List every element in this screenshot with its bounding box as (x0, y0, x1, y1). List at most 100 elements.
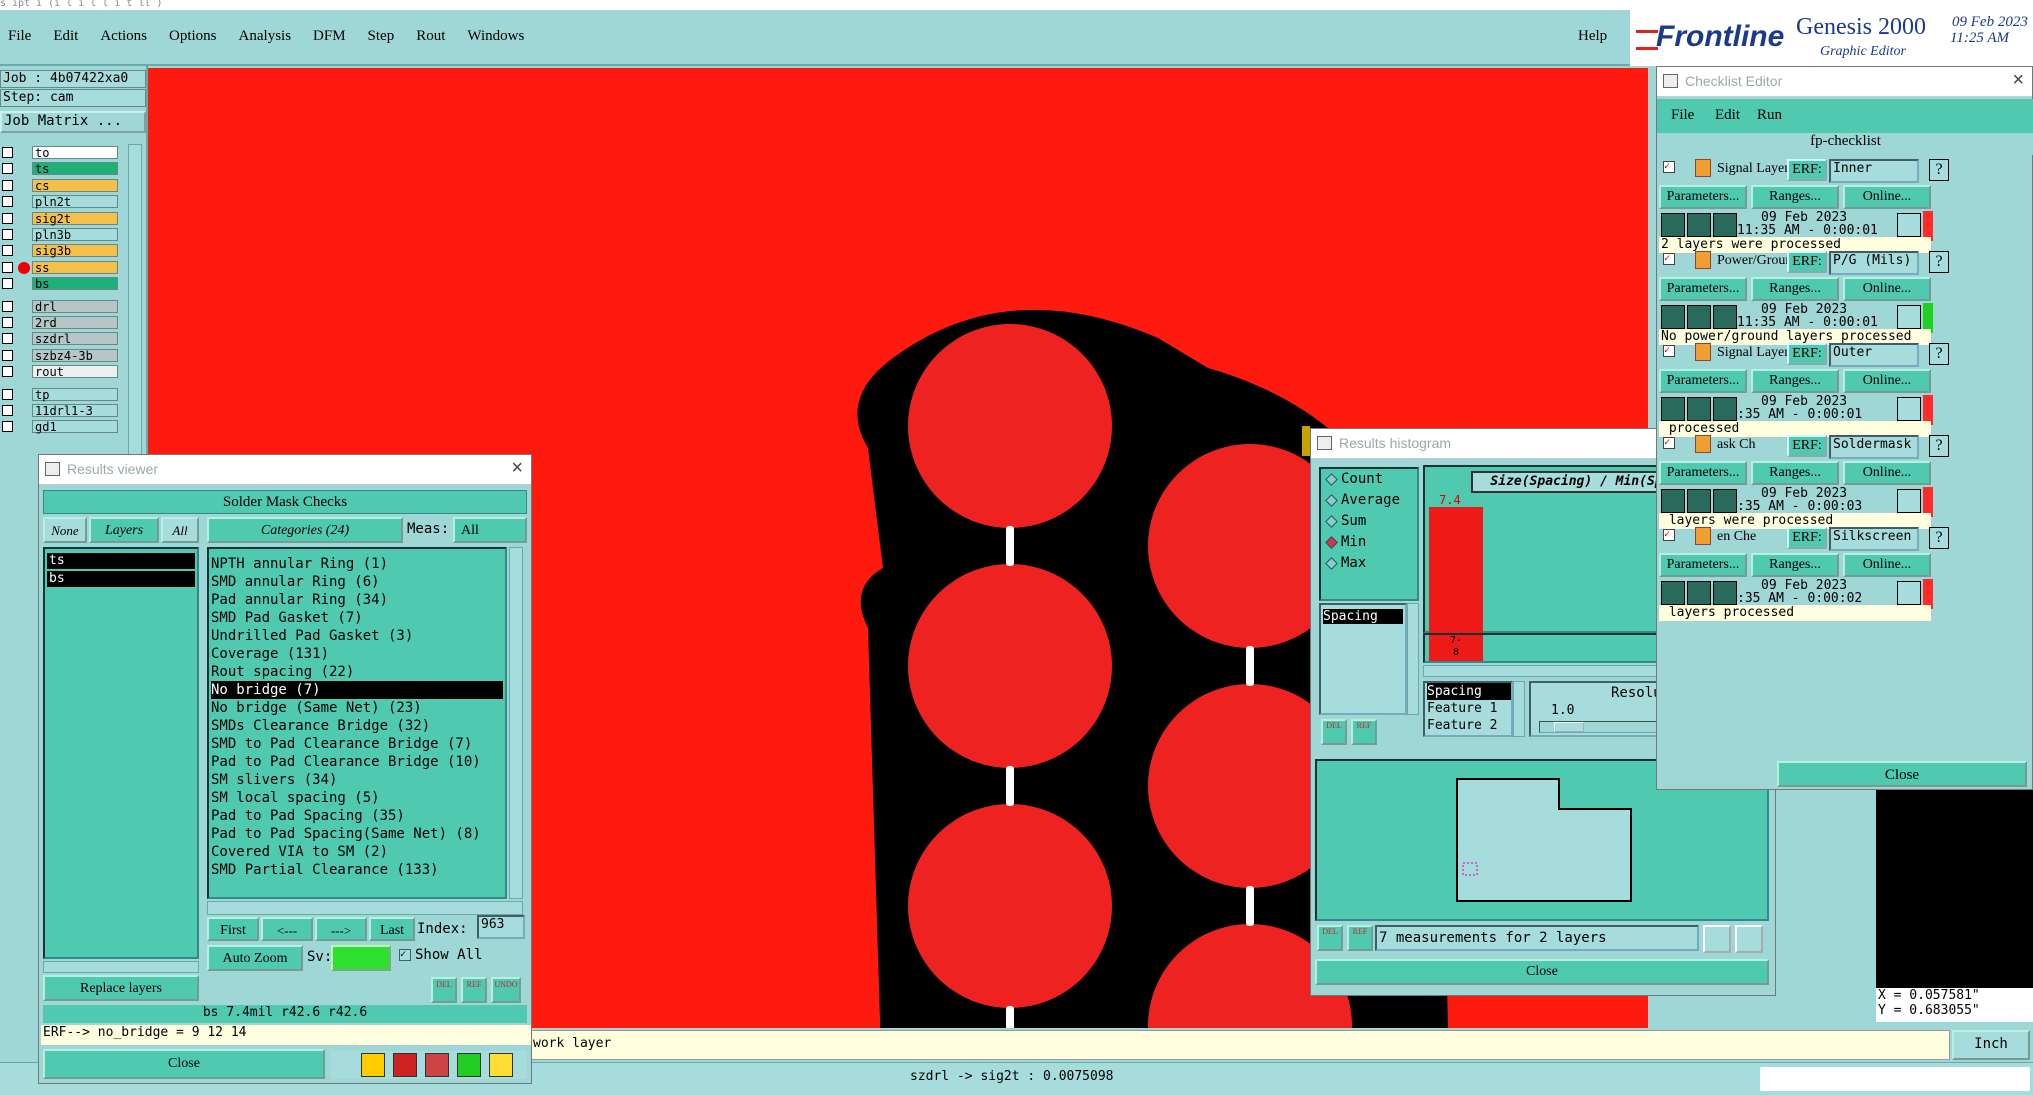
menu-rout[interactable]: Rout (416, 28, 445, 44)
categories-hscroll[interactable] (207, 901, 523, 915)
erf-value[interactable]: Inner (1829, 159, 1919, 183)
layer-checkbox[interactable] (2, 212, 13, 224)
last-button[interactable]: Last (369, 917, 415, 941)
ranges-button[interactable]: Ranges... (1751, 553, 1839, 577)
layer-row[interactable]: pln3b (0, 228, 120, 242)
histogram-close-button[interactable]: Close (1315, 959, 1769, 985)
menu-actions[interactable]: Actions (100, 28, 147, 44)
layer-row[interactable]: sig2t (0, 211, 120, 226)
layer-checkbox[interactable] (2, 317, 13, 328)
layer-checkbox[interactable] (2, 229, 13, 240)
category-item[interactable]: No bridge (Same Net) (23) (211, 699, 503, 717)
category-item[interactable]: Undrilled Pad Gasket (3) (211, 627, 503, 645)
check-enable-checkbox[interactable]: ✓ (1663, 345, 1675, 357)
online-button[interactable]: Online... (1843, 461, 1931, 485)
histogram-bar[interactable] (1429, 507, 1483, 633)
result-layer-item[interactable]: ts (47, 553, 195, 569)
help-button[interactable]: ? (1929, 159, 1949, 181)
ranges-button[interactable]: Ranges... (1751, 461, 1839, 485)
layer-name[interactable]: szdrl (32, 332, 118, 346)
layer-row[interactable]: 2rd (0, 316, 120, 330)
layer-row[interactable]: gd1 (0, 420, 120, 434)
undo-button[interactable]: UNDO (491, 977, 521, 1003)
online-button[interactable]: Online... (1843, 185, 1931, 209)
layer-checkbox[interactable] (2, 147, 13, 158)
layer-row[interactable]: bs (0, 277, 120, 291)
ranges-button[interactable]: Ranges... (1751, 185, 1839, 209)
category-item[interactable]: Pad to Pad Spacing (35) (211, 807, 503, 825)
layer-name[interactable]: sig3b (32, 244, 118, 258)
field-item-selected[interactable]: Spacing (1427, 683, 1511, 700)
show-all-checkbox[interactable]: ✓ (399, 949, 411, 961)
erf-value[interactable]: Outer (1829, 343, 1919, 367)
number-tool-icon[interactable] (457, 1053, 481, 1077)
report-tool-icon[interactable] (489, 1053, 513, 1077)
category-item[interactable]: Pad annular Ring (34) (211, 591, 503, 609)
category-item[interactable]: Covered VIA to SM (2) (211, 843, 503, 861)
field-item[interactable]: Feature 1 (1427, 700, 1511, 717)
close-icon[interactable]: × (2012, 69, 2024, 92)
sv-color-dropdown[interactable] (331, 945, 391, 971)
measure-option-min[interactable]: Min (1321, 532, 1417, 553)
menu-analysis[interactable]: Analysis (239, 28, 292, 44)
layer-checkbox[interactable] (2, 333, 13, 345)
measure-option-average[interactable]: Average (1321, 490, 1417, 511)
run-stop-icon[interactable] (1713, 213, 1737, 237)
check-name[interactable]: ask Ch (1717, 437, 1756, 453)
layer-name[interactable]: cs (32, 178, 118, 192)
layer-name[interactable]: rout (32, 365, 118, 379)
layer-checkbox[interactable] (2, 366, 13, 378)
layer-name[interactable]: 2rd (32, 316, 118, 330)
layer-row[interactable]: 11drl1-3 (0, 404, 120, 418)
measure-option-sum[interactable]: Sum (1321, 511, 1417, 532)
meas-dropdown[interactable]: All (453, 517, 527, 543)
layer-checkbox[interactable] (2, 245, 13, 257)
category-item[interactable]: SMD annular Ring (6) (211, 573, 503, 591)
category-item[interactable]: Pad to Pad Clearance Bridge (10) (211, 753, 503, 771)
parameters-button[interactable]: Parameters... (1659, 553, 1747, 577)
parameters-button[interactable]: Parameters... (1659, 277, 1747, 301)
delete-tool-icon[interactable] (393, 1053, 417, 1077)
ref-button[interactable]: REF (461, 977, 487, 1003)
categories-vscroll[interactable] (509, 547, 523, 899)
cross-tool-icon[interactable] (425, 1053, 449, 1077)
layer-row[interactable]: sig3b (0, 244, 120, 258)
run-stop-icon[interactable] (1713, 305, 1737, 329)
run-check-icon[interactable] (1661, 305, 1685, 329)
layer-name[interactable]: ss (32, 260, 118, 274)
layer-name[interactable]: pln3b (32, 228, 118, 242)
layer-checkbox[interactable] (2, 388, 13, 400)
categories-button[interactable]: Categories (24) (207, 517, 403, 543)
menu-help[interactable]: Help (1578, 28, 1607, 45)
check-name[interactable]: en Che (1717, 529, 1756, 545)
units-button[interactable]: Inch (1952, 1030, 2030, 1060)
zoom-result-icon[interactable] (1703, 925, 1731, 953)
menu-file[interactable]: File (8, 28, 31, 44)
category-item[interactable]: SMD Pad Gasket (7) (211, 609, 503, 627)
layer-name[interactable]: tp (32, 387, 118, 401)
results-viewer-close-button[interactable]: Close (43, 1049, 325, 1079)
run-partial-icon[interactable] (1687, 489, 1711, 513)
run-check-icon[interactable] (1661, 581, 1685, 605)
layer-name[interactable]: 11drl1-3 (32, 404, 118, 418)
run-stop-icon[interactable] (1713, 581, 1737, 605)
zoom-results-icon[interactable] (1897, 581, 1921, 605)
del-button[interactable]: DEL (431, 977, 457, 1003)
category-item[interactable]: SMD to Pad Clearance Bridge (7) (211, 735, 503, 753)
zoom-results-icon[interactable] (1897, 213, 1921, 237)
hist-ref-bottom[interactable]: REF (1347, 925, 1373, 951)
fields-list[interactable]: Spacing Feature 1 Feature 2 (1423, 681, 1513, 737)
category-item[interactable]: SMDs Clearance Bridge (32) (211, 717, 503, 735)
layer-row[interactable]: pln2t (0, 195, 120, 209)
check-enable-checkbox[interactable]: ✓ (1663, 161, 1675, 173)
histogram-tool-icon[interactable] (361, 1053, 385, 1077)
category-item[interactable]: No bridge (7) (211, 681, 503, 699)
menu-windows[interactable]: Windows (467, 28, 524, 44)
close-icon[interactable]: × (511, 457, 523, 480)
parameters-button[interactable]: Parameters... (1659, 369, 1747, 393)
spacing-list-item[interactable]: Spacing (1323, 609, 1403, 624)
run-check-icon[interactable] (1661, 213, 1685, 237)
run-partial-icon[interactable] (1687, 213, 1711, 237)
zoom-results-icon[interactable] (1897, 397, 1921, 421)
category-item[interactable]: SM local spacing (5) (211, 789, 503, 807)
